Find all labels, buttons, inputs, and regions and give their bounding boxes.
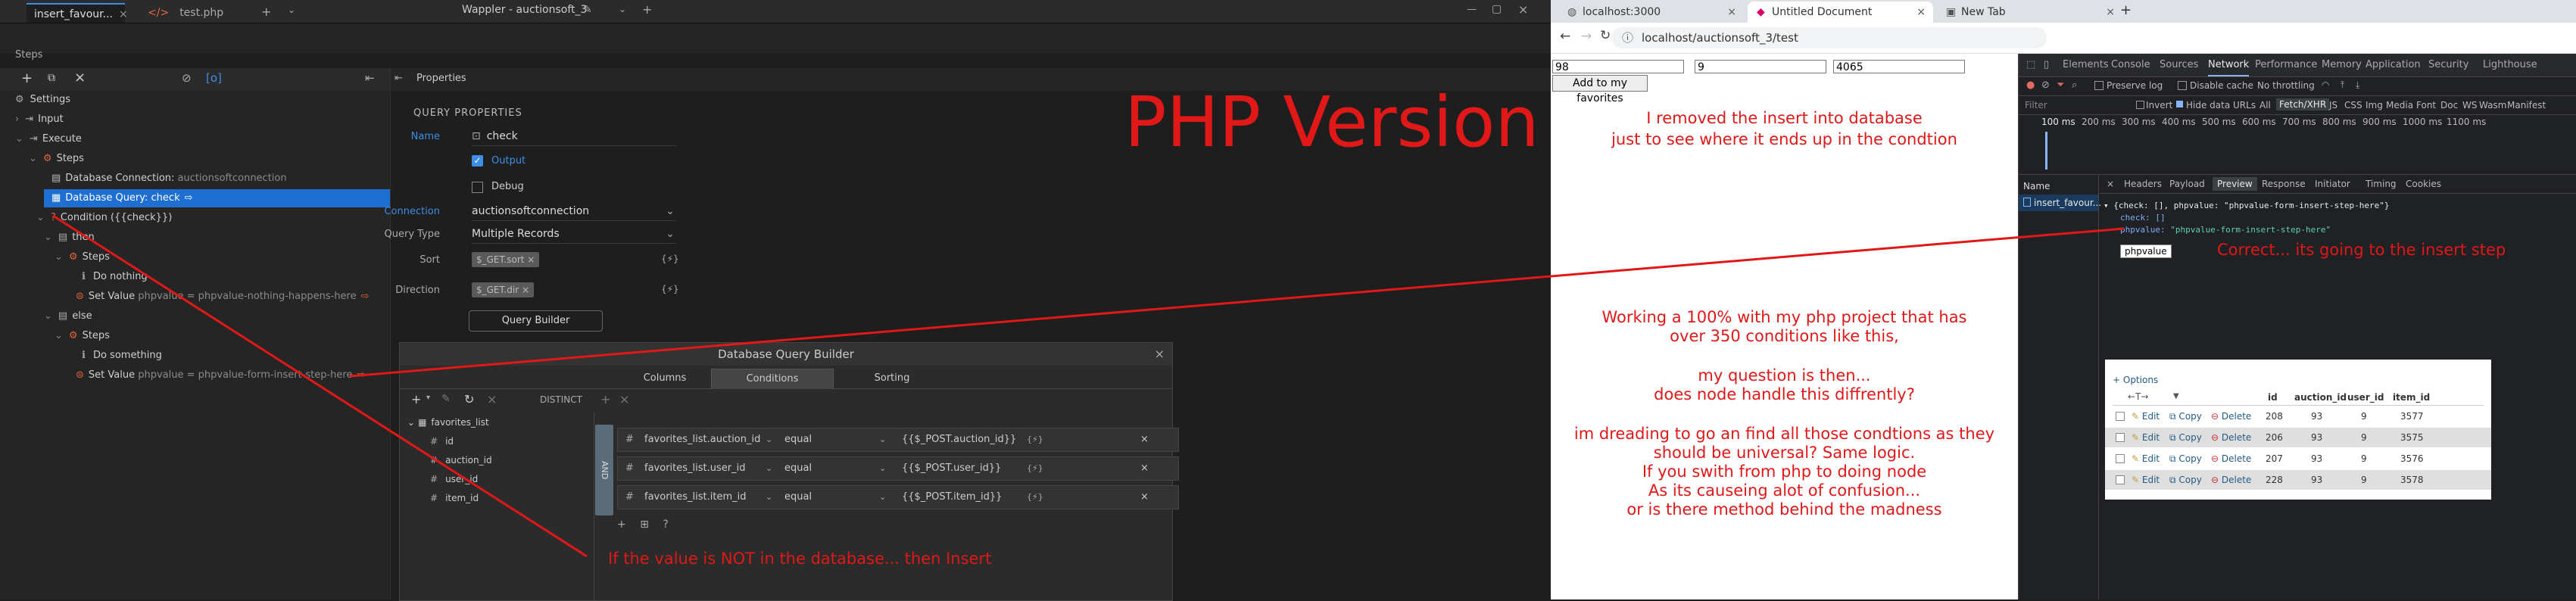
annotation-arrows [52, 214, 2125, 558]
arrow-set-value-to-preview [349, 227, 2125, 378]
arrow-condition-to-insert-note [52, 214, 588, 558]
